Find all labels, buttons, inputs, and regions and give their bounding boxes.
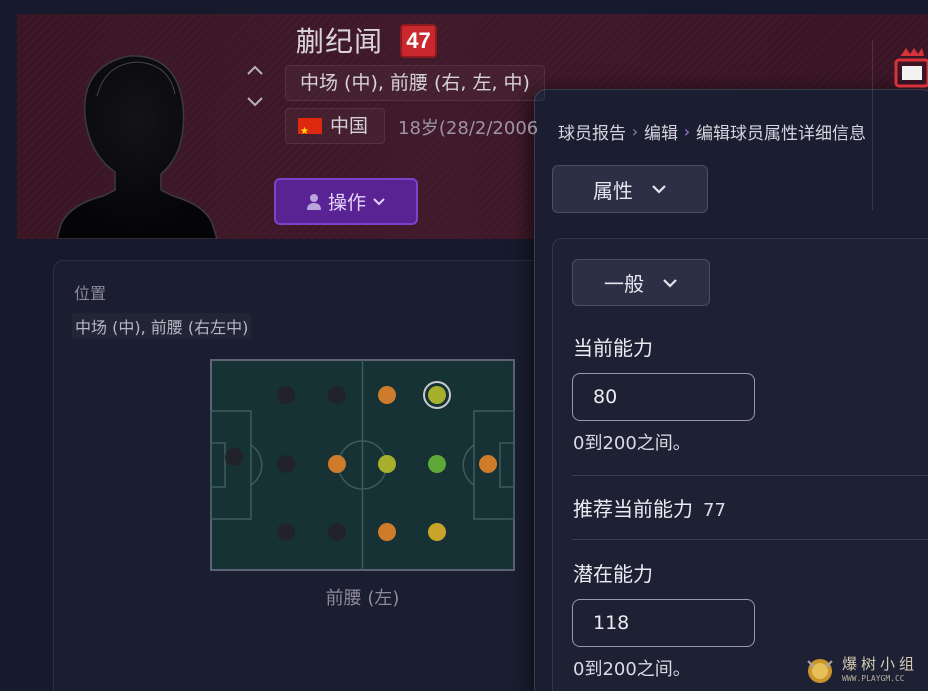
- site-watermark: 爆树小组 WWW.PLAYGM.CC: [800, 650, 928, 691]
- pitch-dot: [428, 386, 446, 404]
- chevron-down-icon: [663, 278, 677, 288]
- player-nav-arrows: [245, 60, 265, 110]
- potential-ability-input[interactable]: [572, 599, 755, 647]
- pitch-dot: [225, 448, 243, 466]
- pitch-dot: [428, 523, 446, 541]
- age-birthdate: 18岁(28/2/2006: [398, 118, 539, 139]
- breadcrumb-player-report[interactable]: 球员报告: [558, 119, 626, 144]
- breadcrumb-edit[interactable]: 编辑: [644, 119, 678, 144]
- potential-ability-label: 潜在能力: [573, 562, 653, 586]
- pitch-dot: [378, 523, 396, 541]
- ability-badge: 47: [400, 24, 437, 58]
- pitch-diagram: [210, 359, 515, 571]
- section-dropdown[interactable]: 属性: [552, 165, 708, 213]
- chevron-right-icon: ›: [631, 122, 639, 141]
- divider: [572, 475, 928, 476]
- current-ability-hint: 0到200之间。: [573, 433, 691, 454]
- chevron-right-icon: ›: [683, 122, 691, 141]
- pitch-dot: [378, 455, 396, 473]
- chevron-up-icon[interactable]: [245, 60, 265, 82]
- watermark-url: WWW.PLAYGM.CC: [842, 674, 905, 683]
- nation-chip[interactable]: 中国: [285, 108, 385, 149]
- person-icon: [306, 193, 321, 210]
- pitch-caption: 前腰 (左): [325, 588, 400, 609]
- pitch-dot: [428, 455, 446, 473]
- chevron-down-icon: [652, 185, 666, 194]
- header-divider: [872, 40, 873, 210]
- category-dropdown-label: 一般: [604, 272, 644, 296]
- recommended-ability-value: 77: [703, 500, 726, 521]
- pitch-dot: [277, 455, 295, 473]
- position-label: 位置: [74, 284, 107, 303]
- potential-ability-hint: 0到200之间。: [573, 659, 691, 680]
- recommended-ability-label: 推荐当前能力: [573, 497, 693, 521]
- divider: [572, 539, 928, 540]
- current-ability-input[interactable]: [572, 373, 755, 421]
- chevron-down-icon: [373, 197, 385, 205]
- category-dropdown[interactable]: 一般: [572, 259, 710, 306]
- action-button[interactable]: 操作: [274, 178, 418, 225]
- pitch-dot: [328, 455, 346, 473]
- attribute-editor-panel: 球员报告 › 编辑 › 编辑球员属性详细信息 属性 一般 当前能力 0到200之…: [534, 89, 928, 691]
- player-name: 蒯纪闻: [296, 25, 384, 58]
- action-button-label: 操作: [327, 192, 366, 214]
- pitch-dot: [378, 386, 396, 404]
- current-ability-label: 当前能力: [573, 336, 653, 360]
- watermark-text: 爆树小组: [842, 655, 919, 673]
- nation-label: 中国: [330, 115, 369, 137]
- breadcrumb: 球员报告 › 编辑 › 编辑球员属性详细信息: [558, 119, 866, 144]
- pitch-dot: [277, 386, 295, 404]
- recommended-ability-row: 推荐当前能力 77: [573, 493, 726, 522]
- position-chip[interactable]: 中场 (中), 前腰 (右, 左, 中): [285, 65, 545, 101]
- breadcrumb-edit-attributes: 编辑球员属性详细信息: [696, 124, 866, 144]
- club-crest-icon: [894, 48, 928, 88]
- pitch-dot: [328, 386, 346, 404]
- general-attributes-card: 一般 当前能力 0到200之间。 推荐当前能力 77 潜在能力 0到200之间。: [552, 238, 928, 691]
- pitch-dot: [328, 523, 346, 541]
- section-dropdown-label: 属性: [593, 178, 633, 203]
- chevron-down-icon[interactable]: [245, 90, 265, 112]
- china-flag-icon: [298, 115, 322, 149]
- player-silhouette-avatar: [57, 55, 217, 239]
- position-value: 中场 (中), 前腰 (右左中): [72, 313, 251, 339]
- pitch-dot: [479, 455, 497, 473]
- pitch-dot: [277, 523, 295, 541]
- position-panel: 位置 中场 (中), 前腰 (右左中) 前腰 (左): [53, 260, 573, 691]
- watermark-logo-icon: [807, 659, 833, 683]
